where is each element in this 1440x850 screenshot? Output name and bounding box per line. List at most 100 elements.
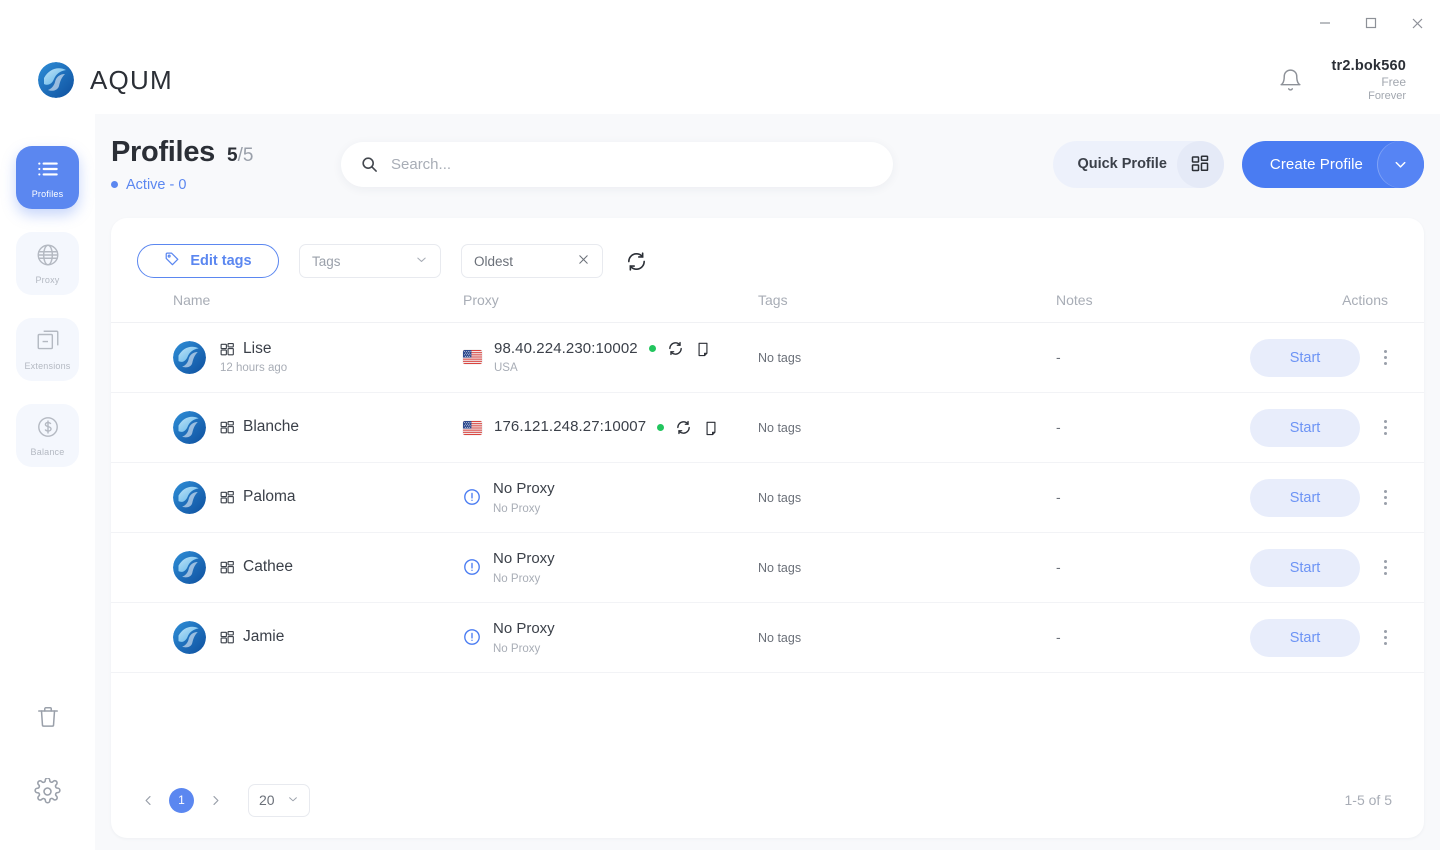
proxy-copy-icon[interactable] <box>695 341 711 357</box>
row-more-options-icon[interactable] <box>1376 490 1394 505</box>
page-number-1[interactable]: 1 <box>169 787 194 813</box>
windows-os-icon <box>220 560 235 575</box>
profile-name: Paloma <box>243 488 296 506</box>
table-header: Name Proxy Tags Notes Actions <box>111 292 1424 323</box>
proxy-copy-icon[interactable] <box>703 420 719 436</box>
actions-cell: Start <box>1241 392 1424 463</box>
start-profile-button[interactable]: Start <box>1250 478 1360 517</box>
proxy-country: No Proxy <box>493 502 541 515</box>
proxy-address: No Proxy <box>493 479 555 497</box>
sidebar-item-profiles[interactable]: Profiles <box>16 146 79 209</box>
maximize-button[interactable] <box>1348 0 1394 46</box>
column-header-name: Name <box>173 292 463 323</box>
user-plan-period: Forever <box>1368 89 1406 102</box>
proxy-refresh-icon[interactable] <box>667 340 684 357</box>
per-page-select[interactable]: 20 <box>248 783 310 817</box>
proxy-refresh-icon[interactable] <box>675 419 692 436</box>
proxy-cell: No Proxy No Proxy <box>463 462 758 533</box>
row-more-options-icon[interactable] <box>1376 350 1394 365</box>
sidebar-label-balance: Balance <box>30 447 65 457</box>
start-profile-button[interactable]: Start <box>1250 408 1360 447</box>
sidebar-item-extensions[interactable]: Extensions <box>16 318 79 381</box>
avatar <box>173 551 206 584</box>
table-footer: 1 20 1-5 of 5 <box>111 762 1424 838</box>
tags-value: No tags <box>758 630 802 645</box>
proxy-country: No Proxy <box>493 642 541 655</box>
chevron-down-icon <box>415 253 428 269</box>
list-icon <box>35 156 61 187</box>
avatar <box>173 340 206 374</box>
profile-count-current: 5 <box>226 144 238 166</box>
search-bar[interactable] <box>341 141 893 187</box>
windows-os-icon <box>220 490 235 505</box>
start-profile-button[interactable]: Start <box>1250 548 1360 587</box>
topbar-right: tr2.bok560 Free Forever <box>1275 57 1406 104</box>
row-more-options-icon[interactable] <box>1376 560 1394 575</box>
prev-page-button[interactable] <box>137 789 159 811</box>
row-more-options-icon[interactable] <box>1376 420 1394 435</box>
clear-sort-icon[interactable] <box>577 253 590 269</box>
actions-cell: Start <box>1241 602 1424 673</box>
next-page-button[interactable] <box>204 789 226 811</box>
refresh-button[interactable] <box>623 248 649 274</box>
profile-count-total: 5 <box>242 144 254 166</box>
tags-cell: No tags <box>758 392 1056 463</box>
country-flag-icon <box>463 350 482 365</box>
result-range-label: 1-5 of 5 <box>1344 792 1392 808</box>
profile-name-cell: Lise 12 hours ago <box>173 322 463 393</box>
windows-os-icon <box>220 420 235 435</box>
profile-name-cell: Blanche <box>173 392 463 463</box>
profiles-card: Edit tags Tags Oldest Name Proxy Tags No… <box>111 218 1424 838</box>
create-profile-button[interactable]: Create Profile <box>1241 140 1424 188</box>
edit-tags-label: Edit tags <box>190 253 252 269</box>
notes-cell: - <box>1056 462 1241 533</box>
start-profile-button[interactable]: Start <box>1250 618 1360 657</box>
windows-os-icon <box>220 342 235 357</box>
pagination: 1 20 <box>137 783 310 817</box>
proxy-address: 176.121.248.27:10007 <box>494 418 647 436</box>
chevron-down-icon[interactable] <box>1377 140 1424 188</box>
avatar <box>173 411 206 444</box>
sort-filter-select[interactable]: Oldest <box>461 244 603 278</box>
proxy-details: 176.121.248.27:10007 <box>494 417 719 437</box>
sidebar-item-proxy[interactable]: Proxy <box>16 232 79 295</box>
edit-tags-button[interactable]: Edit tags <box>137 244 279 278</box>
search-icon <box>361 156 378 173</box>
quick-profile-label: Quick Profile <box>1077 156 1167 172</box>
minimize-button[interactable] <box>1302 0 1348 46</box>
proxy-country: USA <box>494 361 518 374</box>
profile-name-cell: Paloma <box>173 462 463 533</box>
sidebar-item-balance[interactable]: Balance <box>16 404 79 467</box>
avatar <box>173 481 206 514</box>
tags-filter-value: Tags <box>312 253 341 269</box>
profile-name: Lise <box>243 339 272 357</box>
trash-icon[interactable] <box>33 702 63 732</box>
sidebar-label-extensions: Extensions <box>24 361 71 371</box>
user-info[interactable]: tr2.bok560 Free Forever <box>1331 57 1406 104</box>
row-select-cell <box>111 602 173 673</box>
windows-os-icon <box>220 630 235 645</box>
proxy-status-dot <box>648 345 656 353</box>
sidebar-bottom <box>33 702 63 850</box>
table-row[interactable]: Paloma No Proxy No Proxy No tags - Start <box>111 462 1424 533</box>
tags-value: No tags <box>758 560 802 575</box>
tags-value: No tags <box>758 350 802 365</box>
table-row[interactable]: Cathee No Proxy No Proxy No tags - Start <box>111 532 1424 603</box>
row-select-cell <box>111 462 173 533</box>
notifications-bell-icon[interactable] <box>1275 65 1305 95</box>
tags-filter-select[interactable]: Tags <box>299 244 441 278</box>
search-input[interactable] <box>391 155 873 173</box>
row-more-options-icon[interactable] <box>1376 630 1394 645</box>
column-header-actions: Actions <box>1241 292 1424 323</box>
table-row[interactable]: Lise 12 hours ago 98.40.224.230:10002 US… <box>111 322 1424 393</box>
tags-cell: No tags <box>758 322 1056 393</box>
close-button[interactable] <box>1394 0 1440 46</box>
actions-cell: Start <box>1241 532 1424 603</box>
grid-view-icon[interactable] <box>1176 140 1224 188</box>
table-row[interactable]: Blanche 176.121.248.27:10007 No tags - S… <box>111 392 1424 463</box>
quick-profile-button[interactable]: Quick Profile <box>1053 140 1224 188</box>
start-profile-button[interactable]: Start <box>1250 338 1360 377</box>
brand: AQUM <box>38 62 173 98</box>
settings-gear-icon[interactable] <box>33 776 63 806</box>
table-row[interactable]: Jamie No Proxy No Proxy No tags - Start <box>111 602 1424 673</box>
